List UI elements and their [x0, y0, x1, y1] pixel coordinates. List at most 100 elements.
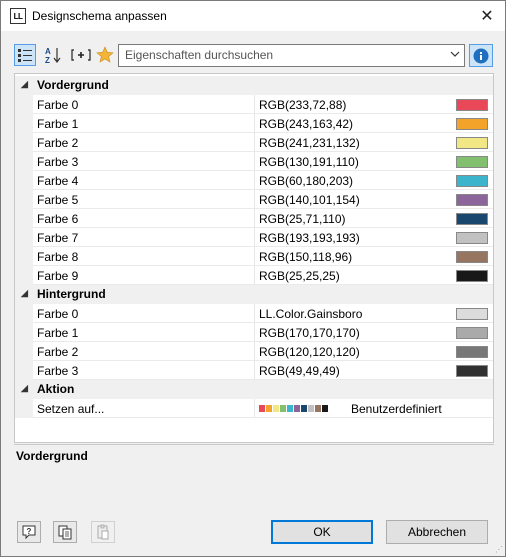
color-swatch[interactable]: [456, 99, 488, 111]
svg-text:Z: Z: [45, 56, 50, 64]
row-gutter: [15, 323, 33, 342]
color-swatch[interactable]: [456, 137, 488, 149]
property-row[interactable]: Farbe 2 RGB(241,231,132): [15, 133, 493, 152]
color-swatch[interactable]: [456, 118, 488, 130]
color-swatch[interactable]: [456, 194, 488, 206]
help-icon: ?: [22, 525, 36, 540]
info-button[interactable]: [469, 44, 493, 67]
category-row[interactable]: ◢ Hintergrund: [15, 285, 493, 304]
property-row[interactable]: Farbe 6 RGB(25,71,110): [15, 209, 493, 228]
search-placeholder: Eigenschaften durchsuchen: [125, 48, 274, 62]
property-value[interactable]: Benutzerdefiniert: [351, 402, 442, 416]
property-search-input[interactable]: Eigenschaften durchsuchen: [118, 44, 465, 67]
column-divider: [254, 190, 255, 209]
property-row[interactable]: Farbe 7 RGB(193,193,193): [15, 228, 493, 247]
property-value[interactable]: RGB(25,71,110): [259, 212, 346, 226]
chevron-down-icon[interactable]: [450, 49, 460, 62]
column-divider: [254, 304, 255, 323]
row-gutter: [15, 266, 33, 285]
property-row[interactable]: Farbe 3 RGB(49,49,49): [15, 361, 493, 380]
ok-button[interactable]: OK: [271, 520, 373, 544]
row-gutter: [15, 133, 33, 152]
property-value[interactable]: RGB(25,25,25): [259, 269, 340, 283]
categorized-view-icon: [18, 49, 32, 62]
palette-preview-swatch: [266, 405, 272, 412]
property-value[interactable]: RGB(140,101,154): [259, 193, 360, 207]
column-divider: [254, 209, 255, 228]
property-row[interactable]: Farbe 8 RGB(150,118,96): [15, 247, 493, 266]
category-label: Hintergrund: [37, 287, 106, 301]
color-swatch[interactable]: [456, 365, 488, 377]
color-swatch[interactable]: [456, 346, 488, 358]
expand-collapse-button[interactable]: [68, 44, 94, 66]
property-value[interactable]: RGB(150,118,96): [259, 250, 352, 264]
description-title: Vordergrund: [16, 449, 88, 463]
property-row[interactable]: Farbe 0 RGB(233,72,88): [15, 95, 493, 114]
row-gutter: [15, 304, 33, 323]
collapse-triangle-icon[interactable]: ◢: [21, 288, 28, 299]
property-row[interactable]: Farbe 0 LL.Color.Gainsboro: [15, 304, 493, 323]
description-panel: Vordergrund: [14, 444, 494, 506]
property-name: Setzen auf...: [37, 402, 105, 416]
close-button[interactable]: ✕: [477, 6, 497, 26]
column-divider: [254, 247, 255, 266]
color-swatch[interactable]: [456, 213, 488, 225]
row-gutter: [15, 114, 33, 133]
row-gutter: [15, 399, 33, 418]
property-name: Farbe 3: [37, 364, 79, 378]
star-icon: [96, 46, 114, 63]
property-row[interactable]: Setzen auf... Benutzerdefiniert: [15, 399, 493, 418]
property-value[interactable]: RGB(60,180,203): [259, 174, 353, 188]
property-value[interactable]: RGB(193,193,193): [259, 231, 360, 245]
property-value[interactable]: LL.Color.Gainsboro: [259, 307, 362, 321]
property-value[interactable]: RGB(243,163,42): [259, 117, 353, 131]
property-row[interactable]: Farbe 2 RGB(120,120,120): [15, 342, 493, 361]
row-gutter: [15, 171, 33, 190]
row-gutter: [15, 228, 33, 247]
property-row[interactable]: Farbe 5 RGB(140,101,154): [15, 190, 493, 209]
paste-button[interactable]: [91, 521, 115, 543]
copy-button[interactable]: [53, 521, 77, 543]
column-divider: [254, 114, 255, 133]
color-swatch[interactable]: [456, 308, 488, 320]
property-value[interactable]: RGB(120,120,120): [259, 345, 360, 359]
property-name: Farbe 0: [37, 307, 79, 321]
color-swatch[interactable]: [456, 232, 488, 244]
property-value[interactable]: RGB(130,191,110): [259, 155, 359, 169]
category-row[interactable]: ◢ Vordergrund: [15, 76, 493, 95]
resize-grip-icon[interactable]: ⋰: [495, 545, 503, 554]
alphabetical-sort-button[interactable]: A Z: [42, 44, 64, 66]
column-divider: [254, 171, 255, 190]
collapse-triangle-icon[interactable]: ◢: [21, 79, 28, 90]
property-row[interactable]: Farbe 1 RGB(243,163,42): [15, 114, 493, 133]
cancel-button[interactable]: Abbrechen: [386, 520, 488, 544]
property-value[interactable]: RGB(49,49,49): [259, 364, 340, 378]
collapse-triangle-icon[interactable]: ◢: [21, 383, 28, 394]
color-swatch[interactable]: [456, 156, 488, 168]
help-button[interactable]: ?: [17, 521, 41, 543]
property-row[interactable]: Farbe 9 RGB(25,25,25): [15, 266, 493, 285]
row-gutter: [15, 361, 33, 380]
property-name: Farbe 6: [37, 212, 79, 226]
column-divider: [254, 323, 255, 342]
property-name: Farbe 7: [37, 231, 79, 245]
palette-preview-swatch: [308, 405, 314, 412]
categorized-view-button[interactable]: [14, 44, 36, 66]
color-swatch[interactable]: [456, 251, 488, 263]
property-row[interactable]: Farbe 1 RGB(170,170,170): [15, 323, 493, 342]
favorites-button[interactable]: [94, 44, 116, 66]
color-swatch[interactable]: [456, 270, 488, 282]
property-value[interactable]: RGB(233,72,88): [259, 98, 346, 112]
property-value[interactable]: RGB(170,170,170): [259, 326, 360, 340]
property-name: Farbe 0: [37, 98, 79, 112]
property-row[interactable]: Farbe 4 RGB(60,180,203): [15, 171, 493, 190]
category-row[interactable]: ◢ Aktion: [15, 380, 493, 399]
column-divider: [254, 95, 255, 114]
property-value[interactable]: RGB(241,231,132): [259, 136, 360, 150]
property-row[interactable]: Farbe 3 RGB(130,191,110): [15, 152, 493, 171]
color-swatch[interactable]: [456, 327, 488, 339]
color-swatch[interactable]: [456, 175, 488, 187]
palette-preview-swatch: [322, 405, 328, 412]
column-divider: [254, 399, 255, 418]
property-name: Farbe 5: [37, 193, 79, 207]
